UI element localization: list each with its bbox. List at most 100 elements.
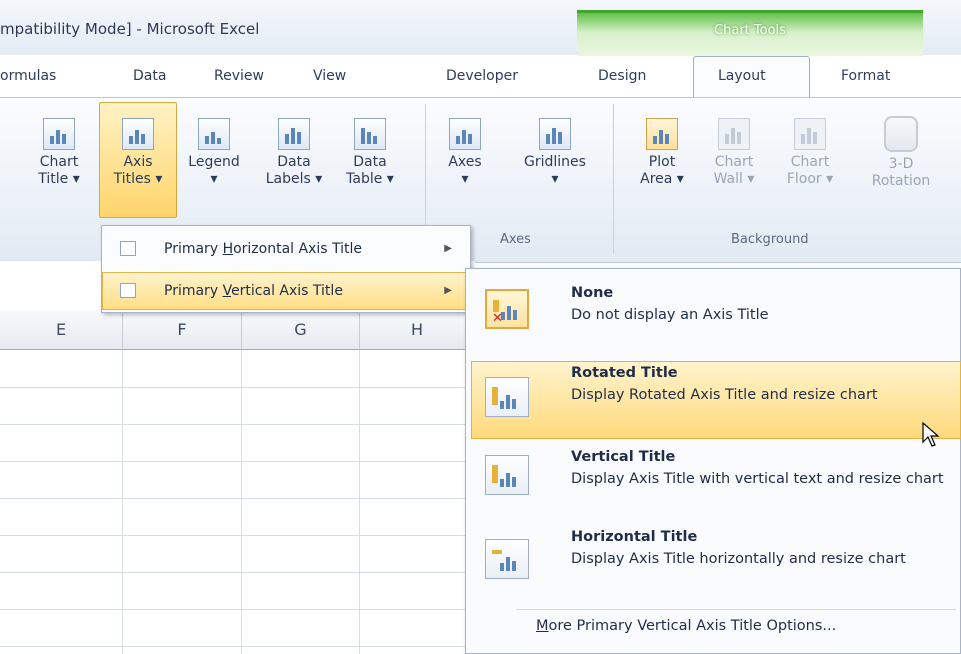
window-title: mpatibility Mode] - Microsoft Excel [0,20,260,38]
red-x-icon: ✕ [492,311,503,326]
rotation-3d-icon [884,116,918,152]
legend-button[interactable]: Legend ▾ [177,118,251,188]
rotated-title-icon [485,377,529,417]
tab-layout[interactable]: Layout [718,60,766,92]
chart-title-label-2: Title ▾ [38,171,80,187]
column-header-e[interactable]: E [0,310,123,350]
row-line [0,424,475,425]
column-line [359,350,360,654]
gallery-item-desc: Display Rotated Axis Title and resize ch… [571,387,878,403]
gallery-item-title: Horizontal Title [571,529,698,545]
gallery-item-horizontal-title[interactable]: Horizontal Title Display Axis Title hori… [471,523,961,603]
legend-label-2: ▾ [210,171,218,187]
chart-wall-label-2: Wall ▾ [713,171,755,187]
tab-view[interactable]: View [313,60,346,92]
axes-icon [449,118,481,150]
gallery-item-vertical-title[interactable]: Vertical Title Display Axis Title with v… [471,441,961,521]
gallery-item-title: None [571,285,614,301]
plot-area-button[interactable]: Plot Area ▾ [627,118,697,188]
gallery-item-none[interactable]: ✕ None Do not display an Axis Title [471,275,961,355]
axes-group-label: Axes [500,232,531,247]
chart-tools-label: Chart Tools [714,23,786,38]
chart-floor-button[interactable]: Chart Floor ▾ [771,118,849,188]
vertical-axis-title-icon [120,283,136,298]
no-axis-title-icon: ✕ [485,289,529,329]
chart-title-button[interactable]: Chart Title ▾ [24,118,94,188]
legend-label-1: Legend [188,154,240,170]
axes-label-1: Axes [448,154,482,170]
plot-area-label-2: Area ▾ [640,171,684,187]
chart-wall-icon [718,118,750,150]
axis-titles-button[interactable]: Axis Titles ▾ [101,118,175,188]
chart-floor-label-1: Chart [790,154,830,170]
tab-data[interactable]: Data [133,60,166,92]
axis-titles-menu: Primary Horizontal Axis Title ▶ Primary … [101,225,471,313]
ribbon-separator [613,104,614,254]
row-line [0,387,475,388]
gridlines-label-1: Gridlines [524,154,586,170]
tab-review[interactable]: Review [214,60,264,92]
menu-item-primary-vertical-axis-title[interactable]: Primary Vertical Axis Title ▶ [102,272,470,310]
plot-area-label-1: Plot [648,154,676,170]
rotation-3d-label-2: Rotation [871,173,931,189]
data-labels-label-1: Data [277,154,311,170]
row-line [0,609,475,610]
menu-item-primary-horizontal-axis-title[interactable]: Primary Horizontal Axis Title ▶ [102,230,470,268]
axes-button[interactable]: Axes ▾ [432,118,498,188]
legend-icon [198,118,230,150]
submenu-arrow-icon: ▶ [444,285,452,296]
horizontal-axis-title-icon [120,241,136,256]
gridlines-button[interactable]: Gridlines ▾ [505,118,605,188]
rotation-3d-label-1: 3-D [888,156,914,172]
column-header-g[interactable]: G [242,310,360,350]
mouse-pointer-icon [922,422,940,447]
data-table-label-1: Data [353,154,387,170]
gridlines-label-2: ▾ [551,171,559,187]
chart-tools-tab-group: Chart Tools [577,10,923,56]
chart-title-label-1: Chart [39,154,79,170]
vertical-axis-title-gallery: ✕ None Do not display an Axis Title Rota… [465,268,961,654]
chart-floor-label-2: Floor ▾ [786,171,834,187]
chart-floor-icon [794,118,826,150]
submenu-arrow-icon: ▶ [444,243,452,254]
data-table-button[interactable]: Data Table ▾ [333,118,407,188]
background-group-label: Background [731,232,809,247]
gallery-item-desc: Do not display an Axis Title [571,307,769,323]
row-line [0,535,475,536]
row-line [0,461,475,462]
axis-titles-icon [122,118,154,150]
rotation-3d-button[interactable]: 3-D Rotation [853,116,949,190]
gallery-item-desc: Display Axis Title with vertical text an… [571,471,944,487]
axis-titles-label-1: Axis [123,154,153,170]
data-labels-icon [278,118,310,150]
row-line [0,498,475,499]
tab-design[interactable]: Design [598,60,646,92]
data-table-label-2: Table ▾ [346,171,394,187]
chart-title-icon [43,118,75,150]
row-line [0,646,475,647]
gallery-item-rotated-title[interactable]: Rotated Title Display Rotated Axis Title… [471,361,961,439]
menu-item-label: Primary Horizontal Axis Title [164,241,362,257]
gridlines-icon [539,118,571,150]
gallery-item-title: Vertical Title [571,449,676,465]
menu-separator [516,609,956,610]
data-labels-label-2: Labels ▾ [265,171,323,187]
gallery-item-title: Rotated Title [571,365,678,381]
column-header-f[interactable]: F [123,310,242,350]
tab-format[interactable]: Format [841,60,890,92]
more-vertical-axis-title-options[interactable]: More Primary Vertical Axis Title Options… [536,618,836,634]
data-table-icon [354,118,386,150]
horizontal-title-icon [485,539,529,579]
column-line [241,350,242,654]
axis-titles-label-2: Titles ▾ [113,171,163,187]
tab-developer[interactable]: Developer [446,60,518,92]
axes-label-2: ▾ [461,171,469,187]
data-labels-button[interactable]: Data Labels ▾ [257,118,331,188]
plot-area-icon [646,118,678,150]
column-header-h[interactable]: H [360,310,475,350]
vertical-title-icon [485,455,529,495]
tab-formulas[interactable]: ormulas [0,60,56,92]
chart-wall-label-1: Chart [714,154,754,170]
chart-wall-button[interactable]: Chart Wall ▾ [701,118,767,188]
menu-item-label: Primary Vertical Axis Title [164,283,343,299]
